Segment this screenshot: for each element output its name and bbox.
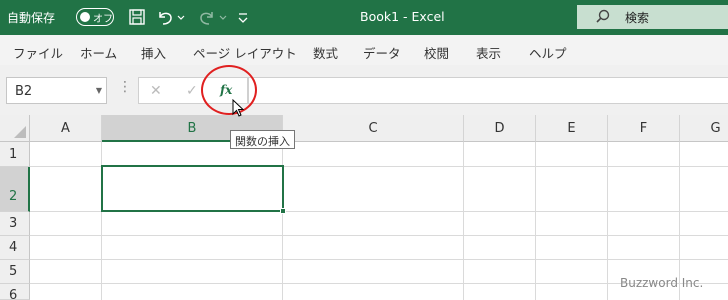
save-icon[interactable] [126, 6, 148, 28]
toggle-knob [80, 12, 90, 22]
window-title: Book1 - Excel [360, 9, 445, 24]
tab-home[interactable]: ホーム [80, 43, 117, 62]
tab-page-layout[interactable]: ページ レイアウト [193, 43, 297, 62]
highlight-circle [201, 65, 257, 115]
column-header-g[interactable]: G [680, 115, 728, 142]
enter-icon[interactable]: ✓ [186, 83, 198, 99]
search-placeholder: 検索 [625, 11, 650, 25]
autosave-label: 自動保存 [7, 11, 56, 25]
search-box[interactable]: 検索 [577, 5, 728, 29]
title-bar: 自動保存 オフ Book1 - Excel 検索 [0, 0, 728, 35]
undo-icon[interactable] [154, 6, 176, 28]
formula-bar: B2 ▼ ⋮ ✕ ✓ fx [0, 65, 728, 115]
undo-dropdown-icon[interactable] [176, 8, 186, 30]
row-header-4[interactable]: 4 [0, 236, 30, 260]
cancel-icon[interactable]: ✕ [150, 83, 162, 99]
redo-icon[interactable] [196, 6, 218, 28]
fill-handle[interactable] [280, 208, 286, 214]
mouse-cursor-icon [232, 98, 246, 122]
row-header-6[interactable]: 6 [0, 284, 30, 300]
tab-file[interactable]: ファイル [13, 43, 63, 62]
column-header-c[interactable]: C [283, 115, 464, 142]
ribbon-tabs: ファイル ホーム 挿入 ページ レイアウト 数式 データ 校閲 表示 ヘルプ [0, 35, 728, 65]
tab-formulas[interactable]: 数式 [313, 43, 338, 62]
redo-dropdown-icon[interactable] [218, 8, 228, 30]
row-header-2[interactable]: 2 [0, 167, 30, 212]
tab-help[interactable]: ヘルプ [529, 43, 567, 62]
autosave-state: オフ [93, 14, 113, 25]
tab-view[interactable]: 表示 [476, 43, 501, 62]
search-icon [595, 9, 611, 28]
column-header-f[interactable]: F [608, 115, 680, 142]
formula-input[interactable] [248, 77, 728, 104]
gridline [607, 142, 608, 300]
selected-cell-b2[interactable] [101, 165, 286, 214]
more-icon[interactable]: ⋮ [118, 79, 132, 95]
row-header-1[interactable]: 1 [0, 142, 30, 167]
gridline [30, 259, 728, 260]
name-box-value: B2 [15, 84, 33, 99]
tab-insert[interactable]: 挿入 [141, 43, 166, 62]
column-header-a[interactable]: A [30, 115, 102, 142]
column-header-d[interactable]: D [464, 115, 536, 142]
column-header-e[interactable]: E [536, 115, 608, 142]
select-all-triangle-icon [14, 126, 26, 138]
insert-function-tooltip: 関数の挿入 [230, 130, 295, 149]
gridline [535, 142, 536, 300]
tab-data[interactable]: データ [363, 43, 401, 62]
tab-review[interactable]: 校閲 [424, 43, 449, 62]
chevron-down-icon[interactable]: ▼ [96, 86, 102, 95]
gridline [463, 142, 464, 300]
customize-qat-icon[interactable] [236, 6, 258, 28]
name-box[interactable]: B2 ▼ [6, 77, 107, 104]
row-header-3[interactable]: 3 [0, 212, 30, 236]
select-all-button[interactable] [0, 115, 30, 142]
autosave-toggle[interactable]: オフ [76, 8, 114, 26]
row-header-5[interactable]: 5 [0, 260, 30, 284]
watermark: Buzzword Inc. [620, 276, 704, 290]
gridline [30, 235, 728, 236]
